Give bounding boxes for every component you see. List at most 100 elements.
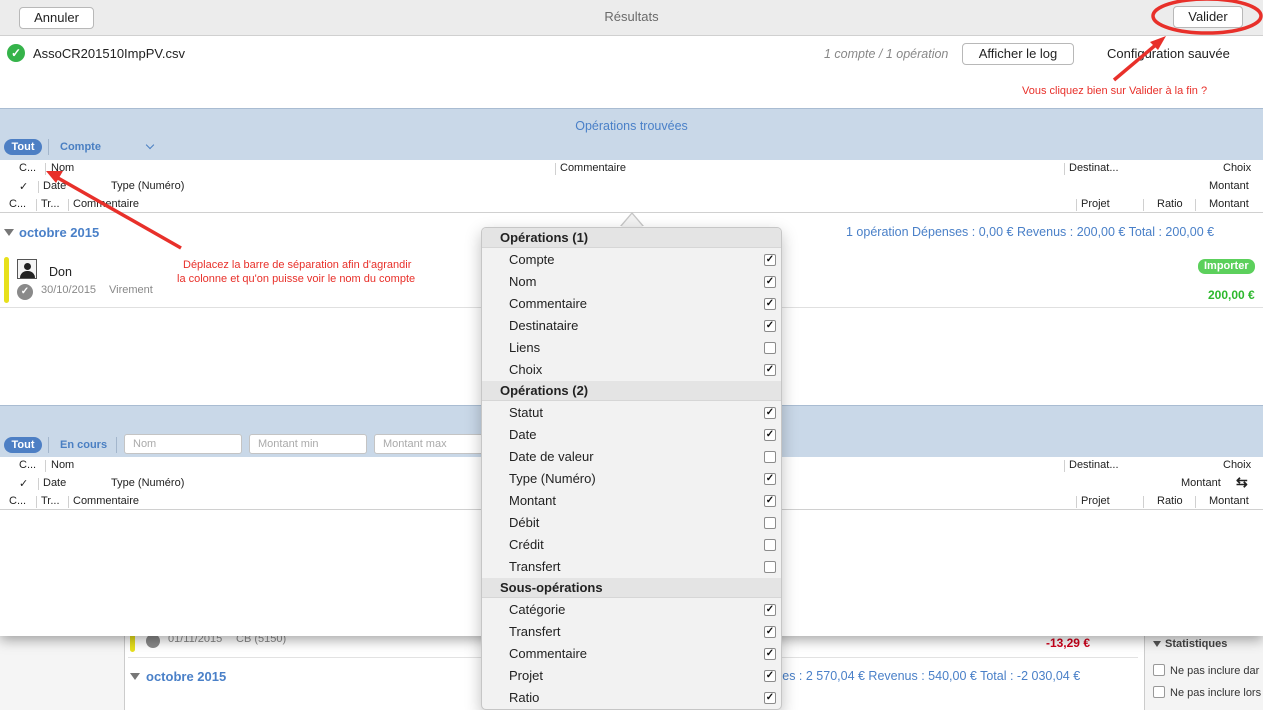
column-separator[interactable] [36, 199, 37, 211]
column-status[interactable]: ✓ [19, 477, 28, 490]
menu-item[interactable]: Liens [482, 337, 781, 359]
menu-item[interactable]: Compte ✓ [482, 249, 781, 271]
checked-checkbox[interactable]: ✓ [764, 670, 776, 682]
column-transfer[interactable]: Tr... [41, 495, 60, 507]
filter-current-segment[interactable]: En cours [60, 439, 107, 451]
name-filter-input[interactable]: Nom [124, 434, 242, 454]
import-badge[interactable]: Importer [1198, 259, 1255, 274]
column-separator[interactable] [36, 496, 37, 508]
column-separator[interactable] [1076, 496, 1077, 508]
account-filter-dropdown[interactable]: Compte [60, 140, 155, 153]
menu-item[interactable]: Montant ✓ [482, 490, 781, 512]
column-category[interactable]: C... [9, 198, 26, 210]
menu-item[interactable]: Catégorie ✓ [482, 599, 781, 621]
column-separator[interactable] [68, 496, 69, 508]
column-separator[interactable] [1064, 460, 1065, 472]
column-separator[interactable] [1076, 199, 1077, 211]
stats-option-1[interactable]: Ne pas inclure dar [1153, 664, 1259, 677]
checkbox[interactable] [1153, 686, 1165, 698]
column-project[interactable]: Projet [1081, 198, 1110, 210]
checked-checkbox[interactable]: ✓ [764, 320, 776, 332]
checked-checkbox[interactable]: ✓ [764, 692, 776, 704]
column-amount[interactable]: Montant [1209, 180, 1249, 192]
checked-checkbox[interactable]: ✓ [764, 495, 776, 507]
column-separator[interactable] [38, 181, 39, 193]
column-sub-comment[interactable]: Commentaire [73, 198, 139, 210]
menu-item[interactable]: Nom ✓ [482, 271, 781, 293]
menu-item[interactable]: Crédit [482, 534, 781, 556]
max-amount-input[interactable]: Montant max [374, 434, 492, 454]
column-separator[interactable] [1195, 199, 1196, 211]
column-project[interactable]: Projet [1081, 495, 1110, 507]
menu-item[interactable]: Date ✓ [482, 424, 781, 446]
column-status[interactable]: ✓ [19, 180, 28, 193]
statistics-header[interactable]: Statistiques [1153, 638, 1227, 650]
column-name[interactable]: Nom [51, 459, 74, 471]
column-type[interactable]: Type (Numéro) [111, 180, 184, 192]
column-amount[interactable]: Montant [1181, 477, 1221, 489]
menu-item[interactable]: Date de valeur [482, 446, 781, 468]
checked-checkbox[interactable]: ✓ [764, 473, 776, 485]
menu-item[interactable]: Transfert ✓ [482, 621, 781, 643]
column-comment[interactable]: Commentaire [560, 162, 626, 174]
checkbox[interactable] [1153, 664, 1165, 676]
column-date[interactable]: Date [43, 477, 66, 489]
min-amount-input[interactable]: Montant min [249, 434, 367, 454]
menu-item[interactable]: Statut ✓ [482, 402, 781, 424]
checked-checkbox[interactable]: ✓ [764, 626, 776, 638]
column-recipient[interactable]: Destinat... [1069, 162, 1119, 174]
column-separator[interactable] [45, 163, 46, 175]
unchecked-checkbox[interactable] [764, 451, 776, 463]
checked-checkbox[interactable]: ✓ [764, 407, 776, 419]
column-separator[interactable] [1195, 496, 1196, 508]
column-separator[interactable] [1143, 496, 1144, 508]
column-separator[interactable] [68, 199, 69, 211]
show-log-button[interactable]: Afficher le log [962, 43, 1074, 65]
swap-arrows-icon[interactable]: ⇆ [1236, 474, 1248, 491]
unchecked-checkbox[interactable] [764, 517, 776, 529]
column-separator[interactable] [45, 460, 46, 472]
column-ratio[interactable]: Ratio [1157, 198, 1183, 210]
column-separator[interactable] [1064, 163, 1065, 175]
stats-option-2[interactable]: Ne pas inclure lors [1153, 686, 1261, 699]
column-sub-comment[interactable]: Commentaire [73, 495, 139, 507]
checked-checkbox[interactable]: ✓ [764, 429, 776, 441]
column-transfer[interactable]: Tr... [41, 198, 60, 210]
column-category[interactable]: C... [9, 495, 26, 507]
disclosure-triangle-icon[interactable] [4, 229, 14, 236]
column-choice[interactable]: Choix [1223, 162, 1251, 174]
checked-checkbox[interactable]: ✓ [764, 648, 776, 660]
disclosure-triangle-icon[interactable] [130, 673, 140, 680]
menu-item[interactable]: Ratio ✓ [482, 687, 781, 709]
menu-item[interactable]: Destinataire ✓ [482, 315, 781, 337]
column-separator[interactable] [555, 163, 556, 175]
menu-item[interactable]: Commentaire ✓ [482, 643, 781, 665]
column-account[interactable]: C... [19, 459, 36, 471]
unchecked-checkbox[interactable] [764, 561, 776, 573]
unchecked-checkbox[interactable] [764, 342, 776, 354]
column-date[interactable]: Date [43, 180, 66, 192]
checked-checkbox[interactable]: ✓ [764, 298, 776, 310]
column-separator[interactable] [1143, 199, 1144, 211]
menu-item[interactable]: Débit [482, 512, 781, 534]
column-choice[interactable]: Choix [1223, 459, 1251, 471]
column-ratio[interactable]: Ratio [1157, 495, 1183, 507]
checked-checkbox[interactable]: ✓ [764, 254, 776, 266]
checked-checkbox[interactable]: ✓ [764, 364, 776, 376]
menu-item[interactable]: Choix ✓ [482, 359, 781, 381]
filter-all-pill[interactable]: Tout [4, 139, 42, 155]
menu-item[interactable]: Transfert [482, 556, 781, 578]
column-sub-amount[interactable]: Montant [1209, 495, 1249, 507]
checked-checkbox[interactable]: ✓ [764, 604, 776, 616]
column-recipient[interactable]: Destinat... [1069, 459, 1119, 471]
column-separator[interactable] [38, 478, 39, 490]
column-account[interactable]: C... [19, 162, 36, 174]
column-name[interactable]: Nom [51, 162, 74, 174]
validate-button[interactable]: Valider [1173, 6, 1243, 28]
menu-item[interactable]: Type (Numéro) ✓ [482, 468, 781, 490]
menu-item[interactable]: Projet ✓ [482, 665, 781, 687]
column-sub-amount[interactable]: Montant [1209, 198, 1249, 210]
filter-all-pill[interactable]: Tout [4, 437, 42, 453]
menu-item[interactable]: Commentaire ✓ [482, 293, 781, 315]
checked-checkbox[interactable]: ✓ [764, 276, 776, 288]
